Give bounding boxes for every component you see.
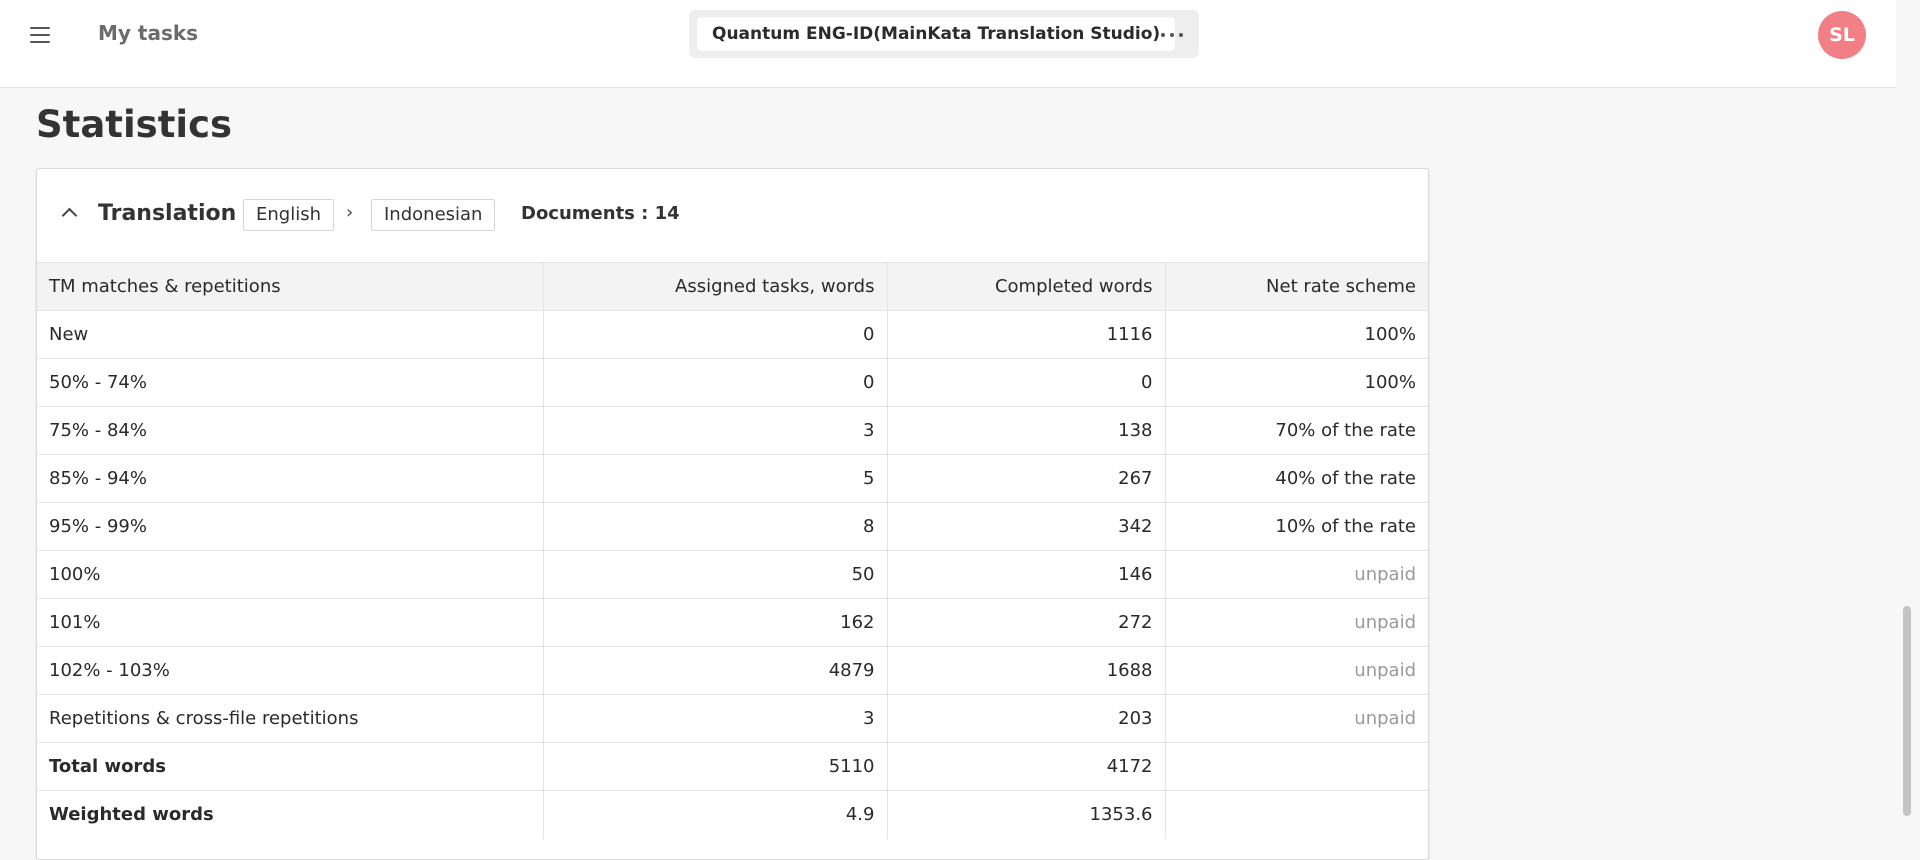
completed-words-cell: 138 xyxy=(887,406,1166,455)
match-category-cell: 95% - 99% xyxy=(37,502,544,551)
net-rate-cell: 70% of the rate xyxy=(1165,406,1428,455)
table-row: 75% - 84% 3 138 70% of the rate xyxy=(37,406,1428,455)
match-category-cell: 85% - 94% xyxy=(37,454,544,503)
assigned-words-cell: 4.9 xyxy=(543,790,888,839)
column-header: Completed words xyxy=(887,262,1166,311)
match-category-cell: New xyxy=(37,310,544,359)
avatar[interactable]: SL xyxy=(1818,11,1866,59)
my-tasks-link[interactable]: My tasks xyxy=(98,21,198,45)
match-category-cell: Repetitions & cross-file repetitions xyxy=(37,694,544,743)
language-arrow-icon: › xyxy=(346,202,354,223)
completed-words-cell: 342 xyxy=(887,502,1166,551)
page-title: Statistics xyxy=(36,103,233,146)
completed-words-cell: 267 xyxy=(887,454,1166,503)
completed-words-cell: 146 xyxy=(887,550,1166,599)
completed-words-cell: 0 xyxy=(887,358,1166,407)
completed-words-cell: 4172 xyxy=(887,742,1166,791)
table-row: 95% - 99% 8 342 10% of the rate xyxy=(37,502,1428,551)
scrollbar-thumb[interactable] xyxy=(1903,606,1911,816)
table-row: 50% - 74% 0 0 100% xyxy=(37,358,1428,407)
assigned-words-cell: 5 xyxy=(543,454,888,503)
net-rate-cell: unpaid xyxy=(1165,550,1428,599)
table-row: 101% 162 272 unpaid xyxy=(37,598,1428,647)
assigned-words-cell: 5110 xyxy=(543,742,888,791)
table-header-row: TM matches & repetitions Assigned tasks,… xyxy=(37,262,1428,311)
assigned-words-cell: 0 xyxy=(543,358,888,407)
assigned-words-cell: 8 xyxy=(543,502,888,551)
match-category-cell: 50% - 74% xyxy=(37,358,544,407)
total-row: Total words 5110 4172 xyxy=(37,742,1428,791)
completed-words-cell: 1688 xyxy=(887,646,1166,695)
assigned-words-cell: 3 xyxy=(543,694,888,743)
column-header: Assigned tasks, words xyxy=(543,262,888,311)
section-title: Translation xyxy=(98,201,237,226)
match-category-cell: 102% - 103% xyxy=(37,646,544,695)
table-row: 102% - 103% 4879 1688 unpaid xyxy=(37,646,1428,695)
project-selector: Quantum ENG-ID(MainKata Translation Stud… xyxy=(689,10,1199,58)
assigned-words-cell: 3 xyxy=(543,406,888,455)
net-rate-cell: unpaid xyxy=(1165,694,1428,743)
net-rate-cell xyxy=(1165,742,1428,791)
net-rate-cell: 40% of the rate xyxy=(1165,454,1428,503)
match-category-cell: 75% - 84% xyxy=(37,406,544,455)
net-rate-cell: 100% xyxy=(1165,310,1428,359)
net-rate-cell: unpaid xyxy=(1165,646,1428,695)
completed-words-cell: 272 xyxy=(887,598,1166,647)
menu-icon[interactable] xyxy=(28,24,56,46)
total-row: Weighted words 4.9 1353.6 xyxy=(37,790,1428,839)
project-name-button[interactable]: Quantum ENG-ID(MainKata Translation Stud… xyxy=(697,17,1176,51)
completed-words-cell: 203 xyxy=(887,694,1166,743)
documents-count: Documents : 14 xyxy=(521,203,680,224)
table-row: New 0 1116 100% xyxy=(37,310,1428,359)
top-bar: My tasks Quantum ENG-ID(MainKata Transla… xyxy=(0,0,1896,88)
table-row: 85% - 94% 5 267 40% of the rate xyxy=(37,454,1428,503)
match-category-cell: Total words xyxy=(37,742,544,791)
match-category-cell: 100% xyxy=(37,550,544,599)
completed-words-cell: 1116 xyxy=(887,310,1166,359)
assigned-words-cell: 162 xyxy=(543,598,888,647)
net-rate-cell: 100% xyxy=(1165,358,1428,407)
net-rate-cell xyxy=(1165,790,1428,839)
table-row: Repetitions & cross-file repetitions 3 203… xyxy=(37,694,1428,743)
match-category-cell: 101% xyxy=(37,598,544,647)
statistics-panel: Translation English › Indonesian Documen… xyxy=(36,168,1429,860)
target-language: Indonesian xyxy=(371,199,496,231)
net-rate-cell: 10% of the rate xyxy=(1165,502,1428,551)
panel-header: Translation English › Indonesian Documen… xyxy=(37,169,1428,262)
assigned-words-cell: 4879 xyxy=(543,646,888,695)
completed-words-cell: 1353.6 xyxy=(887,790,1166,839)
statistics-table: TM matches & repetitions Assigned tasks,… xyxy=(37,262,1428,839)
more-options-icon[interactable] xyxy=(1157,20,1187,48)
column-header: Net rate scheme xyxy=(1165,262,1428,311)
source-language: English xyxy=(243,199,334,231)
chevron-up-icon[interactable] xyxy=(59,205,79,221)
table-row: 100% 50 146 unpaid xyxy=(37,550,1428,599)
column-header: TM matches & repetitions xyxy=(37,262,544,311)
net-rate-cell: unpaid xyxy=(1165,598,1428,647)
assigned-words-cell: 50 xyxy=(543,550,888,599)
assigned-words-cell: 0 xyxy=(543,310,888,359)
match-category-cell: Weighted words xyxy=(37,790,544,839)
